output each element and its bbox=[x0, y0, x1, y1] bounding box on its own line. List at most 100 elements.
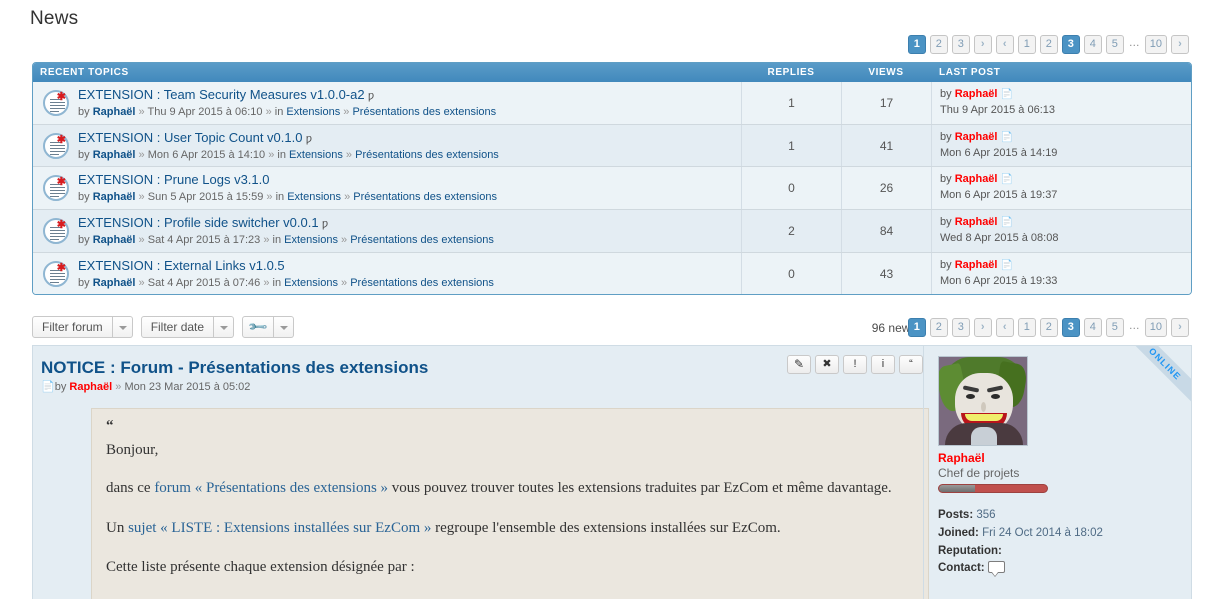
table-row[interactable]: ✱ EXTENSION : User Topic Count v0.1.0 ƿ by… bbox=[33, 124, 1191, 168]
pagination-top[interactable]: 1 2 3 › ‹ 1 2 3 4 5… 10 › bbox=[907, 35, 1189, 54]
filter-forum-caret-icon[interactable] bbox=[112, 316, 133, 338]
post-container: NOTICE : Forum - Présentations des exten… bbox=[32, 345, 1192, 599]
goto-last-post-icon[interactable]: 📄 bbox=[1001, 132, 1013, 143]
topic-by-label: by bbox=[78, 105, 90, 118]
top-page-9[interactable]: 4 bbox=[1083, 35, 1102, 54]
top-page-7[interactable]: 2 bbox=[1039, 35, 1058, 54]
last-post-author-link[interactable]: Raphaël bbox=[955, 88, 998, 100]
last-post-author-link[interactable]: Raphaël bbox=[955, 259, 998, 271]
last-post-author-link[interactable]: Raphaël bbox=[955, 216, 998, 228]
goto-last-post-icon[interactable]: 📄 bbox=[1001, 89, 1013, 100]
tools-caret-icon[interactable] bbox=[274, 316, 295, 338]
attachment-icon: ƿ bbox=[305, 132, 312, 145]
topic-by-label: by bbox=[78, 276, 90, 289]
profile-rank: Chef de projets bbox=[938, 466, 1020, 480]
goto-last-post-icon[interactable]: 📄 bbox=[1001, 217, 1013, 228]
last-post-by-label: by bbox=[940, 173, 952, 186]
tools-group[interactable]: 🔧 bbox=[242, 316, 295, 338]
filter-date-group[interactable]: Filter date bbox=[140, 316, 235, 338]
topic-title-link[interactable]: EXTENSION : User Topic Count v0.1.0 bbox=[78, 130, 302, 145]
topic-subforum-link[interactable]: Présentations des extensions bbox=[355, 149, 499, 161]
private-message-icon[interactable] bbox=[987, 561, 1005, 578]
filter-date-caret-icon[interactable] bbox=[214, 316, 235, 338]
top-page-12[interactable]: 10 bbox=[1144, 35, 1167, 54]
table-row[interactable]: ✱ EXTENSION : Team Security Measures v1.0… bbox=[33, 82, 1191, 125]
filter-forum-group[interactable]: Filter forum bbox=[32, 316, 133, 338]
meta-sep-2: » bbox=[266, 191, 273, 204]
top-page-10[interactable]: 5 bbox=[1105, 35, 1124, 54]
wrench-icon[interactable]: 🔧 bbox=[242, 316, 275, 338]
joker-avatar-art bbox=[939, 357, 1027, 445]
top-page-11: … bbox=[1128, 37, 1140, 49]
bottom-page-13[interactable]: › bbox=[1171, 318, 1189, 337]
post-info-button[interactable]: i bbox=[871, 355, 895, 374]
topic-subforum-link[interactable]: Présentations des extensions bbox=[352, 106, 496, 118]
page-icon: 📄 bbox=[41, 381, 55, 393]
top-page-2[interactable]: 2 bbox=[929, 35, 948, 54]
replies-cell: 0 bbox=[741, 167, 841, 210]
bottom-page-12[interactable]: 10 bbox=[1144, 318, 1167, 337]
top-page-1[interactable]: 1 bbox=[907, 35, 926, 54]
topic-title-link[interactable]: EXTENSION : Team Security Measures v1.0.… bbox=[78, 87, 365, 102]
topic-title-link[interactable]: EXTENSION : Prune Logs v3.1.0 bbox=[78, 172, 269, 187]
bottom-page-4[interactable]: › bbox=[973, 318, 992, 337]
bottom-page-9[interactable]: 4 bbox=[1083, 318, 1102, 337]
avatar[interactable] bbox=[938, 356, 1028, 446]
top-page-13[interactable]: › bbox=[1171, 35, 1189, 54]
topic-author-link[interactable]: Raphaël bbox=[93, 106, 136, 118]
pagination-bottom[interactable]: 1 2 3 › ‹ 1 2 3 4 5… 10 › bbox=[907, 318, 1189, 337]
bottom-page-7[interactable]: 2 bbox=[1039, 318, 1058, 337]
bottom-page-1[interactable]: 1 bbox=[907, 318, 926, 337]
post-title[interactable]: NOTICE : Forum - Présentations des exten… bbox=[41, 358, 428, 378]
quote-post-button[interactable]: “ bbox=[899, 355, 923, 374]
topic-subforum-link[interactable]: Présentations des extensions bbox=[350, 277, 494, 289]
bottom-page-10[interactable]: 5 bbox=[1105, 318, 1124, 337]
bottom-page-2[interactable]: 2 bbox=[929, 318, 948, 337]
profile-rank-bar bbox=[938, 484, 1048, 493]
goto-last-post-icon[interactable]: 📄 bbox=[1001, 174, 1013, 185]
topic-author-link[interactable]: Raphaël bbox=[93, 277, 136, 289]
views-cell: 84 bbox=[841, 210, 931, 252]
profile-username[interactable]: Raphaël bbox=[938, 451, 1179, 465]
views-cell: 43 bbox=[841, 252, 931, 295]
topic-title-link[interactable]: EXTENSION : Profile side switcher v0.0.1 bbox=[78, 215, 319, 230]
bottom-page-8[interactable]: 3 bbox=[1061, 318, 1080, 337]
delete-post-button[interactable]: ✖ bbox=[815, 355, 839, 374]
report-post-button[interactable]: ! bbox=[843, 355, 867, 374]
edit-post-button[interactable]: ✎ bbox=[787, 355, 811, 374]
last-post-author-link[interactable]: Raphaël bbox=[955, 173, 998, 185]
top-page-5[interactable]: ‹ bbox=[995, 35, 1014, 54]
topic-subforum-link[interactable]: Présentations des extensions bbox=[350, 234, 494, 246]
filter-forum-button[interactable]: Filter forum bbox=[32, 316, 113, 338]
filter-date-button[interactable]: Filter date bbox=[140, 316, 215, 338]
bottom-page-6[interactable]: 1 bbox=[1017, 318, 1036, 337]
top-page-3[interactable]: 3 bbox=[951, 35, 970, 54]
last-post-author-link[interactable]: Raphaël bbox=[955, 131, 998, 143]
topic-forum-link[interactable]: Extensions bbox=[286, 106, 340, 118]
topic-forum-link[interactable]: Extensions bbox=[287, 191, 341, 203]
topic-title-link[interactable]: EXTENSION : External Links v1.0.5 bbox=[78, 258, 285, 273]
last-post-date: Thu 9 Apr 2015 à 06:13 bbox=[940, 103, 1055, 116]
topic-forum-link[interactable]: Extensions bbox=[284, 234, 338, 246]
table-row[interactable]: ✱ EXTENSION : Profile side switcher v0.0.… bbox=[33, 210, 1191, 253]
goto-last-post-icon[interactable]: 📄 bbox=[1001, 260, 1013, 271]
quote-p2-link[interactable]: sujet « LISTE : Extensions installées su… bbox=[128, 520, 431, 536]
bottom-page-5[interactable]: ‹ bbox=[995, 318, 1014, 337]
top-page-6[interactable]: 1 bbox=[1017, 35, 1036, 54]
table-row[interactable]: ✱ EXTENSION : Prune Logs v3.1.0 by Raphaë… bbox=[33, 167, 1191, 211]
topic-author-link[interactable]: Raphaël bbox=[93, 234, 136, 246]
top-page-4[interactable]: › bbox=[973, 35, 992, 54]
topic-author-link[interactable]: Raphaël bbox=[93, 191, 136, 203]
topic-subforum-link[interactable]: Présentations des extensions bbox=[353, 191, 497, 203]
bottom-page-3[interactable]: 3 bbox=[951, 318, 970, 337]
topic-by-label: by bbox=[78, 191, 90, 204]
topic-meta: by Raphaël » Mon 6 Apr 2015 à 14:10 » in… bbox=[78, 148, 499, 163]
top-page-8[interactable]: 3 bbox=[1061, 35, 1080, 54]
topic-forum-link[interactable]: Extensions bbox=[284, 277, 338, 289]
post-author-link[interactable]: Raphaël bbox=[69, 381, 112, 393]
quote-p1-link[interactable]: forum « Présentations des extensions » bbox=[154, 480, 388, 496]
topic-author-link[interactable]: Raphaël bbox=[93, 149, 136, 161]
table-row[interactable]: ✱ EXTENSION : External Links v1.0.5 by Ra… bbox=[33, 252, 1191, 295]
topic-by-label: by bbox=[78, 233, 90, 246]
topic-forum-link[interactable]: Extensions bbox=[289, 149, 343, 161]
